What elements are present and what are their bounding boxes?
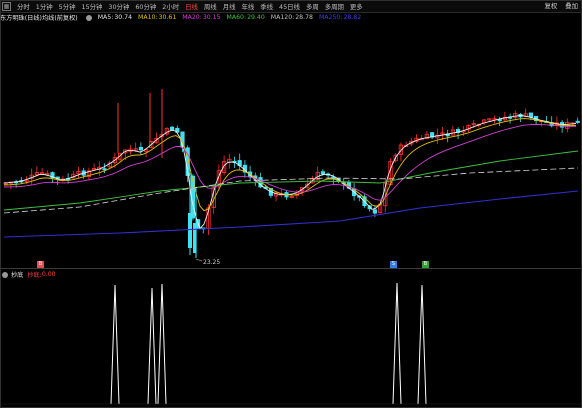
ma-legend: 东方明珠(日线)均线(前复权) MA5:30.74 MA10:30.61 MA20:… — [0, 12, 582, 23]
tab-period-6[interactable]: 2小时 — [159, 2, 182, 11]
ma-value: 28.78 — [295, 14, 313, 21]
signal-spike — [157, 283, 167, 405]
candle-body — [102, 168, 107, 171]
ma-value: 29.40 — [247, 14, 265, 21]
candle-body — [320, 171, 326, 175]
tab-period-5[interactable]: 60分钟 — [132, 2, 159, 11]
ma-value: 30.15 — [202, 14, 221, 21]
candlestick-chart[interactable]: 23.25 — [0, 23, 582, 268]
ma-label: MA120: — [270, 14, 295, 21]
indicator-settings-icon[interactable] — [85, 14, 92, 21]
ma60-line — [3, 150, 579, 211]
ma-value: 28.82 — [343, 14, 362, 21]
ma-value: 30.61 — [158, 14, 177, 21]
lower-legend: 抄底 抄底: 0.00 — [0, 270, 56, 279]
annotation-leader — [195, 258, 203, 262]
candle-body — [138, 146, 143, 151]
signal-marker[interactable]: B — [422, 261, 429, 268]
grid-icon[interactable]: ▦ — [2, 1, 11, 11]
overlay-button[interactable]: 叠加 — [565, 1, 578, 10]
tab-period-0[interactable]: 分时 — [14, 2, 33, 11]
signal-spike — [110, 284, 120, 405]
lower-label: 抄底: — [27, 272, 42, 279]
candle-body — [193, 223, 197, 253]
candle-body — [188, 213, 192, 248]
period-tabs: 分时 1分钟 5分钟 15分钟 30分钟 60分钟 2小时 日线 周线 月线 年线 季线 45日线 多周多… — [14, 2, 366, 11]
ma-legend-item: MA250:28.82 — [319, 14, 361, 21]
stock-chart-window: ▦ 分时 1分钟 5分钟 15分钟 30分钟 60分钟 2小时 日线 周线 月线 年线 季线 45日线多… — [0, 0, 582, 408]
lower-settings-icon[interactable] — [2, 271, 8, 278]
ma-legend-item: MA60:29.40 — [227, 14, 265, 21]
ma-legend-item: MA20:30.15 — [182, 14, 220, 21]
low-price-annotation: 23.25 — [203, 259, 220, 266]
tab-period-1[interactable]: 1分钟 — [33, 2, 56, 11]
ma-value: 30.74 — [114, 14, 133, 21]
ma-label: MA250: — [318, 14, 343, 21]
ma-legend-item: MA5:30.74 — [98, 14, 132, 21]
signal-spike — [392, 282, 402, 405]
lower-title: 抄底 — [11, 272, 24, 279]
candle-body — [372, 209, 378, 214]
candle-body — [169, 126, 175, 131]
ma-label: MA5: — [97, 14, 114, 21]
candles-group — [3, 89, 580, 258]
tab-period-9[interactable]: 月线 — [220, 2, 239, 11]
signal-marker[interactable]: S — [390, 261, 397, 268]
ma-label: MA20: — [182, 14, 202, 21]
pane-divider[interactable] — [0, 268, 582, 269]
candle-body — [575, 120, 580, 123]
signal-spike — [417, 284, 427, 405]
tab-period-14[interactable]: 多周期 — [322, 2, 347, 11]
ma-legend-item: MA10:30.61 — [138, 14, 176, 21]
ma-label: MA60: — [226, 14, 247, 21]
ma-label: MA10: — [138, 14, 158, 21]
signal-spike — [147, 287, 157, 405]
toolbar-right: 复权 叠加 — [544, 1, 578, 10]
tab-period-2[interactable]: 5分钟 — [56, 2, 79, 11]
adjust-button[interactable]: 复权 — [544, 1, 557, 10]
tab-period-3[interactable]: 15分钟 — [79, 2, 106, 11]
tab-period-10[interactable]: 年线 — [238, 2, 257, 11]
tab-period-7[interactable]: 日线 — [182, 2, 201, 11]
signal-indicator-chart[interactable] — [0, 280, 582, 406]
candle-body — [528, 112, 534, 118]
tab-period-13[interactable]: 多周 — [303, 2, 322, 11]
tab-period-15[interactable]: 更多 — [347, 2, 366, 11]
lower-value: 0.00 — [41, 271, 56, 278]
tab-period-4[interactable]: 30分钟 — [105, 2, 132, 11]
tab-period-8[interactable]: 周线 — [201, 2, 220, 11]
ma-items: MA5:30.74 MA10:30.61 MA20:30.15 MA60:29.40 M… — [98, 14, 367, 21]
tab-period-11[interactable]: 季线 — [257, 2, 276, 11]
tab-period-12[interactable]: 45日线 — [276, 2, 303, 11]
indicator-title: 东方明珠(日线)均线(前复权) — [0, 15, 78, 22]
ma-legend-item: MA120:28.78 — [271, 14, 313, 21]
signal-marker[interactable]: B — [37, 261, 44, 268]
